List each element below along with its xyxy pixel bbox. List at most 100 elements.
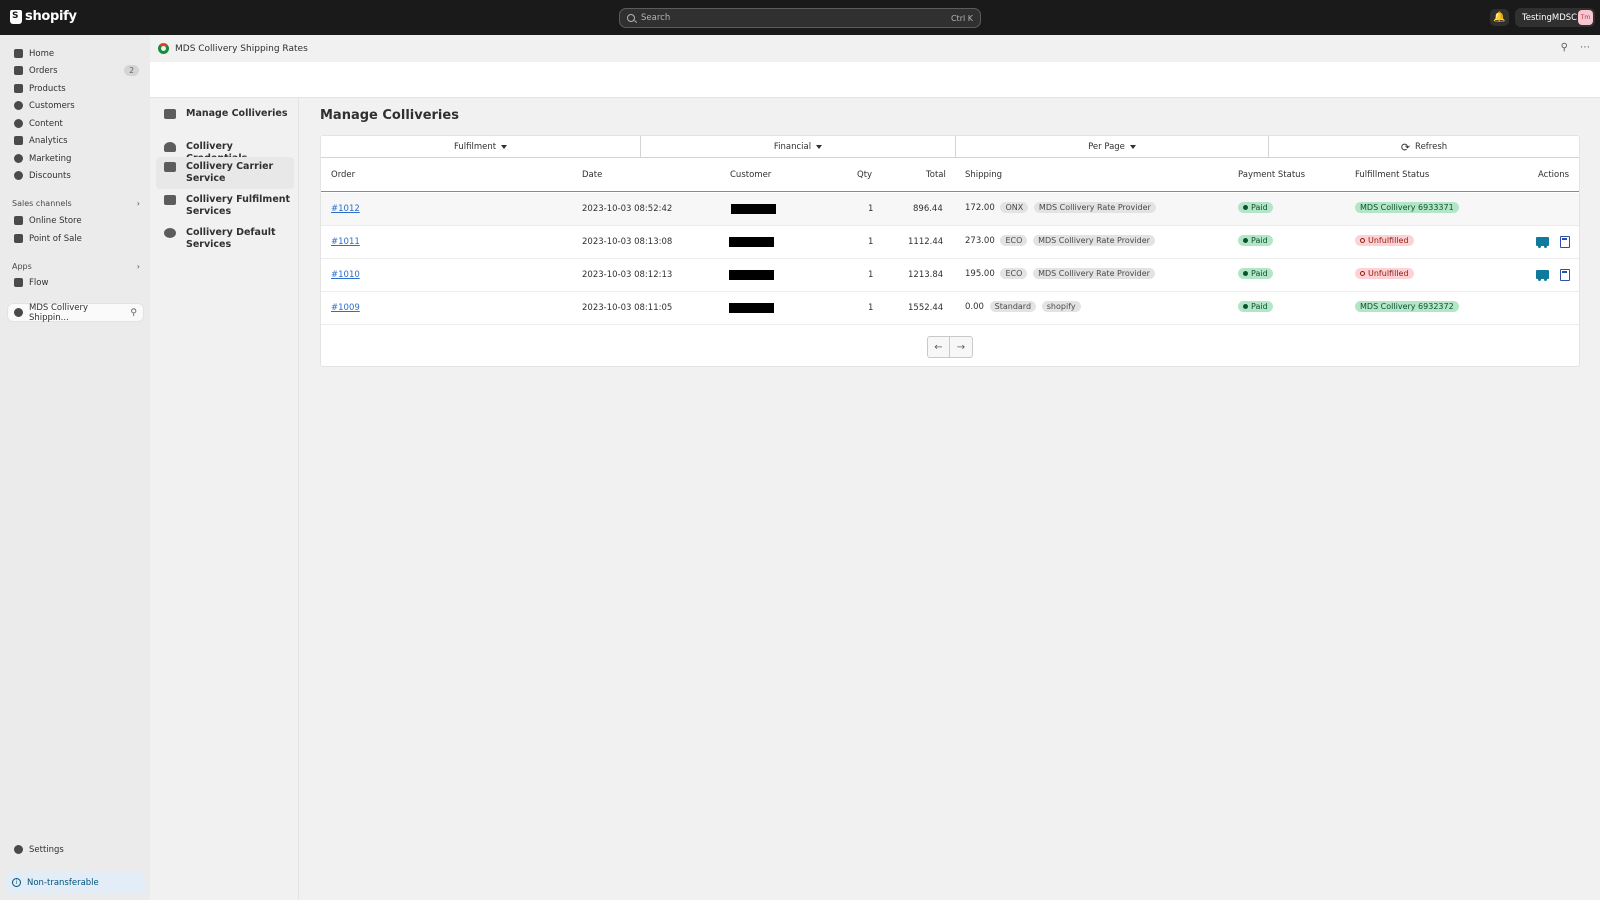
column-header-payment-status[interactable]: Payment Status [1238,170,1305,180]
gear-icon [14,845,23,854]
notifications-bell-icon[interactable]: 🔔 [1490,9,1509,26]
page-title: Manage Colliveries [320,108,459,123]
discount-icon [14,171,23,180]
sidebar-item-content[interactable]: Content [8,115,143,132]
sidebar-item-products[interactable]: Products [8,80,143,97]
financial-filter-button[interactable]: Financial [641,136,956,158]
fulfillment-status-label: MDS Collivery 6933371 [1355,202,1459,213]
apps-heading[interactable]: Apps › [12,262,140,271]
pin-icon[interactable]: ⚲ [1561,42,1568,53]
fulfilment-filter-button[interactable]: Fulfilment [321,136,641,158]
home-icon [14,49,23,58]
refresh-button[interactable]: ⟳ Refresh [1269,136,1579,158]
sidebar-item-customers[interactable]: Customers [8,97,143,114]
brand-name: shopify [25,9,77,24]
fulfillment-status-label: Unfulfilled [1368,236,1409,245]
more-actions-icon[interactable]: ⋯ [1580,42,1590,53]
sidebar-item-label: Discounts [29,170,71,181]
column-header-order[interactable]: Order [331,170,355,180]
per-page-filter-button[interactable]: Per Page [956,136,1269,158]
status-dot-icon [1243,304,1248,309]
subnav-item-manage-colliveries[interactable]: Manage Colliveries [156,104,294,124]
sidebar-item-marketing[interactable]: Marketing [8,150,143,167]
shipping-cell: 0.00 Standard shopify [965,301,1081,312]
create-collivery-truck-icon[interactable] [1536,270,1549,281]
sidebar-item-home[interactable]: Home [8,45,143,62]
shipping-cell: 273.00 ECO MDS Collivery Rate Provider [965,235,1155,246]
subnav-item-default-services[interactable]: Collivery Default Services [156,223,294,255]
service-tag: Standard [989,301,1037,312]
column-header-shipping[interactable]: Shipping [965,170,1002,180]
sidebar-item-label: Online Store [29,215,82,226]
table-row[interactable]: #1011 2023-10-03 08:13:08 1 1112.44 273.… [321,226,1579,259]
subnav-item-label: Collivery Fulfilment Services [186,194,291,217]
order-qty: 1 [868,270,874,280]
non-transferable-banner[interactable]: i Non-transferable [6,872,145,893]
shipping-amount: 0.00 [965,302,984,312]
column-header-qty[interactable]: Qty [857,170,872,180]
search-placeholder: Search [641,13,671,23]
content-icon [14,119,23,128]
table-row[interactable]: #1009 2023-10-03 08:11:05 1 1552.44 0.00… [321,292,1579,325]
previous-page-button[interactable]: ← [927,336,950,358]
shipping-cell: 172.00 ONX MDS Collivery Rate Provider [965,202,1156,213]
subnav-item-label: Collivery Carrier Service [186,161,274,184]
sidebar-item-analytics[interactable]: Analytics [8,132,143,149]
sidebar-item-settings[interactable]: Settings [8,841,143,858]
shipping-cell: 195.00 ECO MDS Collivery Rate Provider [965,268,1155,279]
sales-channels-heading[interactable]: Sales channels › [12,199,140,208]
shopify-logo[interactable]: shopify [10,9,77,24]
customer-redacted [731,204,776,214]
status-dot-icon [1243,271,1248,276]
order-link[interactable]: #1010 [331,270,360,280]
person-icon [14,101,23,110]
order-total: 1112.44 [908,237,944,247]
next-page-button[interactable]: → [950,336,973,358]
quote-calculator-icon[interactable] [1560,269,1570,281]
column-header-customer[interactable]: Customer [730,170,771,180]
refresh-icon: ⟳ [1400,140,1411,154]
info-icon: i [12,878,21,887]
store-name: TestingMDSC [1522,12,1578,23]
fulfillment-status-badge: Unfulfilled [1355,268,1414,279]
column-header-fulfillment-status[interactable]: Fulfillment Status [1355,170,1429,180]
column-header-date[interactable]: Date [582,170,602,180]
sidebar-item-mds-collivery[interactable]: MDS Collivery Shippin... ⚲ [8,302,143,323]
app-header: MDS Collivery Shipping Rates ⚲ ⋯ [150,35,1600,62]
status-dot-icon [1243,205,1248,210]
pos-icon [14,234,23,243]
fulfillment-status-label: MDS Collivery 6932372 [1355,301,1459,312]
order-total: 896.44 [913,204,943,214]
sidebar-item-discounts[interactable]: Discounts [8,167,143,184]
payment-status-label: Paid [1251,269,1268,278]
chevron-right-icon: › [136,262,140,271]
sidebar-item-orders[interactable]: Orders 2 [8,62,143,79]
order-link[interactable]: #1012 [331,204,360,214]
subnav-item-carrier-service[interactable]: Collivery Carrier Service [156,157,294,189]
sidebar-item-online-store[interactable]: Online Store [8,212,143,229]
order-link[interactable]: #1009 [331,303,360,313]
create-collivery-truck-icon[interactable] [1536,237,1549,248]
service-tag: ONX [1000,202,1029,213]
store-menu-button[interactable]: TestingMDSC Tm [1515,8,1595,27]
sidebar-item-point-of-sale[interactable]: Point of Sale [8,230,143,247]
filter-bar: Fulfilment Financial Per Page ⟳ Refresh [321,136,1579,158]
search-input[interactable]: Search Ctrl K [619,8,981,28]
table-row[interactable]: #1012 2023-10-03 08:52:42 1 896.44 172.0… [321,193,1579,226]
pin-icon[interactable]: ⚲ [130,308,137,318]
sidebar-item-label: MDS Collivery Shippin... [29,302,88,323]
table-row[interactable]: #1010 2023-10-03 08:12:13 1 1213.84 195.… [321,259,1579,292]
subnav-item-fulfilment-services[interactable]: Collivery Fulfilment Services [156,190,294,222]
app-title: MDS Collivery Shipping Rates [175,43,308,54]
subnav-item-label: Manage Colliveries [186,108,288,119]
customer-redacted [729,237,774,247]
sidebar-item-flow[interactable]: Flow [8,274,143,291]
chevron-right-icon: › [136,199,140,208]
order-qty: 1 [868,237,874,247]
column-header-total[interactable]: Total [926,170,946,180]
arrow-right-icon: → [956,341,966,353]
quote-calculator-icon[interactable] [1560,236,1570,248]
order-date: 2023-10-03 08:13:08 [582,237,673,247]
filter-label: Per Page [1088,142,1125,152]
order-link[interactable]: #1011 [331,237,360,247]
